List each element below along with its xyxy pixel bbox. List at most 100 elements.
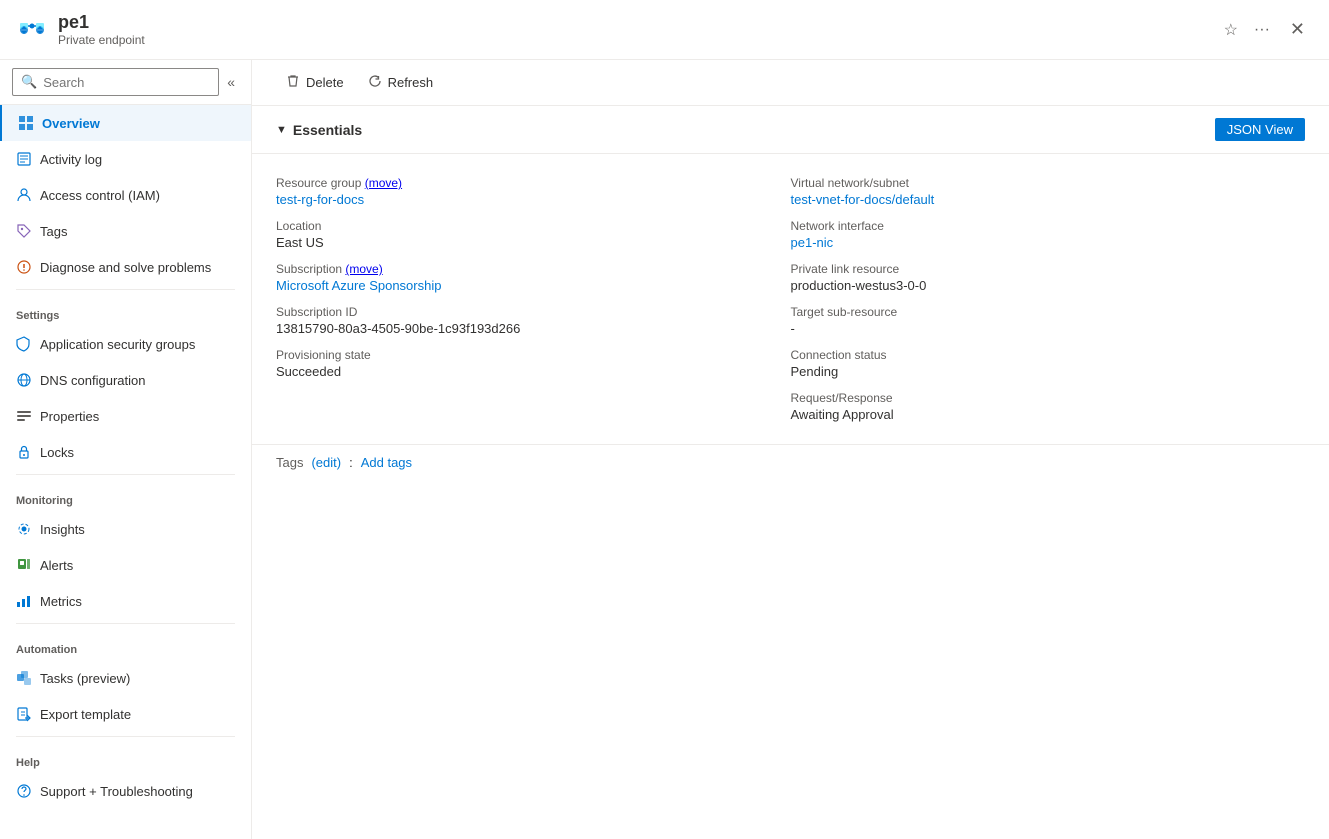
overview-icon bbox=[18, 115, 34, 131]
search-icon: 🔍 bbox=[21, 74, 37, 90]
support-icon bbox=[16, 783, 32, 799]
target-sub-resource-value: - bbox=[791, 321, 1306, 336]
prop-location: Location East US bbox=[276, 213, 791, 256]
automation-section-label: Automation bbox=[0, 628, 251, 660]
left-properties: Resource group (move) test-rg-for-docs L… bbox=[276, 170, 791, 428]
search-container[interactable]: 🔍 bbox=[12, 68, 219, 96]
sidebar-item-insights[interactable]: Insights bbox=[0, 511, 251, 547]
diagnose-icon bbox=[16, 259, 32, 275]
prop-vnet-subnet: Virtual network/subnet test-vnet-for-doc… bbox=[791, 170, 1306, 213]
tags-add-link[interactable]: Add tags bbox=[361, 455, 412, 470]
sidebar-item-export-template[interactable]: Export template bbox=[0, 696, 251, 732]
collapse-sidebar-button[interactable]: « bbox=[223, 70, 239, 94]
refresh-button[interactable]: Refresh bbox=[358, 68, 444, 97]
sidebar-item-alerts[interactable]: Alerts bbox=[0, 547, 251, 583]
sidebar-item-support[interactable]: Support + Troubleshooting bbox=[0, 773, 251, 809]
prop-provisioning-state: Provisioning state Succeeded bbox=[276, 342, 791, 385]
sidebar-item-overview[interactable]: Overview bbox=[0, 105, 251, 141]
close-button[interactable]: ✕ bbox=[1282, 15, 1313, 44]
main-layout: 🔍 « Overview Activity log Access control… bbox=[0, 60, 1329, 839]
export-icon bbox=[16, 706, 32, 722]
sidebar-item-metrics[interactable]: Metrics bbox=[0, 583, 251, 619]
tasks-icon bbox=[16, 670, 32, 686]
sidebar-item-activity-log[interactable]: Activity log bbox=[0, 141, 251, 177]
app-security-groups-icon bbox=[16, 336, 32, 352]
prop-subscription: Subscription (move) Microsoft Azure Spon… bbox=[276, 256, 791, 299]
prop-request-response: Request/Response Awaiting Approval bbox=[791, 385, 1306, 428]
location-value: East US bbox=[276, 235, 791, 250]
sidebar-item-label: Metrics bbox=[40, 594, 82, 609]
json-view-button[interactable]: JSON View bbox=[1215, 118, 1305, 141]
favorite-icon[interactable]: ☆ bbox=[1220, 16, 1242, 44]
sidebar-item-locks[interactable]: Locks bbox=[0, 434, 251, 470]
sidebar-item-label: Tasks (preview) bbox=[40, 671, 130, 686]
sidebar-item-label: Support + Troubleshooting bbox=[40, 784, 193, 799]
delete-icon bbox=[286, 74, 300, 91]
tags-edit-link[interactable]: (edit) bbox=[311, 455, 341, 470]
delete-button[interactable]: Delete bbox=[276, 68, 354, 97]
monitoring-section-label: Monitoring bbox=[0, 479, 251, 511]
prop-subscription-id: Subscription ID 13815790-80a3-4505-90be-… bbox=[276, 299, 791, 342]
sidebar-item-dns-configuration[interactable]: DNS configuration bbox=[0, 362, 251, 398]
more-options-icon[interactable]: ··· bbox=[1250, 17, 1274, 43]
sidebar-item-access-control[interactable]: Access control (IAM) bbox=[0, 177, 251, 213]
sidebar-item-label: Diagnose and solve problems bbox=[40, 260, 211, 275]
right-properties: Virtual network/subnet test-vnet-for-doc… bbox=[791, 170, 1306, 428]
activity-log-icon bbox=[16, 151, 32, 167]
help-section-label: Help bbox=[0, 741, 251, 773]
sidebar-item-label: Locks bbox=[40, 445, 74, 460]
tags-row: Tags (edit) : Add tags bbox=[252, 445, 1329, 480]
sidebar-item-label: Application security groups bbox=[40, 337, 195, 352]
sidebar-item-label: Access control (IAM) bbox=[40, 188, 160, 203]
sidebar-item-tags[interactable]: Tags bbox=[0, 213, 251, 249]
subscription-move-link[interactable]: (move) bbox=[345, 262, 382, 276]
vnet-subnet-value-link[interactable]: test-vnet-for-docs/default bbox=[791, 192, 935, 207]
refresh-icon bbox=[368, 74, 382, 91]
network-interface-value-link[interactable]: pe1-nic bbox=[791, 235, 834, 250]
locks-icon bbox=[16, 444, 32, 460]
essentials-title[interactable]: ▼ Essentials bbox=[276, 122, 362, 138]
search-input[interactable] bbox=[43, 75, 210, 90]
help-divider bbox=[16, 736, 235, 737]
subscription-value-link[interactable]: Microsoft Azure Sponsorship bbox=[276, 278, 441, 293]
sidebar-item-label: Export template bbox=[40, 707, 131, 722]
metrics-icon bbox=[16, 593, 32, 609]
resource-name: pe1 bbox=[58, 12, 1220, 33]
sidebar-item-label: Activity log bbox=[40, 152, 102, 167]
sidebar-item-label: Alerts bbox=[40, 558, 73, 573]
prop-network-interface: Network interface pe1-nic bbox=[791, 213, 1306, 256]
essentials-header: ▼ Essentials JSON View bbox=[252, 106, 1329, 154]
sidebar: 🔍 « Overview Activity log Access control… bbox=[0, 60, 252, 839]
sidebar-item-tasks[interactable]: Tasks (preview) bbox=[0, 660, 251, 696]
chevron-down-icon: ▼ bbox=[276, 124, 287, 136]
sidebar-item-label: Tags bbox=[40, 224, 67, 239]
insights-icon bbox=[16, 521, 32, 537]
monitoring-divider bbox=[16, 474, 235, 475]
provisioning-state-value: Succeeded bbox=[276, 364, 791, 379]
automation-divider bbox=[16, 623, 235, 624]
resource-group-move-link[interactable]: (move) bbox=[365, 176, 402, 190]
subscription-id-value: 13815790-80a3-4505-90be-1c93f193d266 bbox=[276, 321, 791, 336]
prop-target-sub-resource: Target sub-resource - bbox=[791, 299, 1306, 342]
resource-group-value-link[interactable]: test-rg-for-docs bbox=[276, 192, 364, 207]
page-header: pe1 Private endpoint ☆ ··· ✕ bbox=[0, 0, 1329, 60]
content-area: Delete Refresh ▼ Essentials JSON View bbox=[252, 60, 1329, 839]
alerts-icon bbox=[16, 557, 32, 573]
private-link-resource-value: production-westus3-0-0 bbox=[791, 278, 1306, 293]
tags-label: Tags bbox=[276, 455, 303, 470]
sidebar-item-diagnose[interactable]: Diagnose and solve problems bbox=[0, 249, 251, 285]
sidebar-item-label: Insights bbox=[40, 522, 85, 537]
toolbar: Delete Refresh bbox=[252, 60, 1329, 106]
resource-type: Private endpoint bbox=[58, 33, 1220, 47]
sidebar-item-label: Properties bbox=[40, 409, 99, 424]
header-actions: ☆ ··· ✕ bbox=[1220, 15, 1313, 44]
request-response-value: Awaiting Approval bbox=[791, 407, 1306, 422]
title-area: pe1 Private endpoint bbox=[58, 12, 1220, 47]
prop-private-link-resource: Private link resource production-westus3… bbox=[791, 256, 1306, 299]
sidebar-item-properties[interactable]: Properties bbox=[0, 398, 251, 434]
properties-icon bbox=[16, 408, 32, 424]
tags-colon: : bbox=[349, 455, 353, 470]
tags-icon bbox=[16, 223, 32, 239]
sidebar-item-app-security-groups[interactable]: Application security groups bbox=[0, 326, 251, 362]
resource-icon bbox=[16, 14, 48, 46]
